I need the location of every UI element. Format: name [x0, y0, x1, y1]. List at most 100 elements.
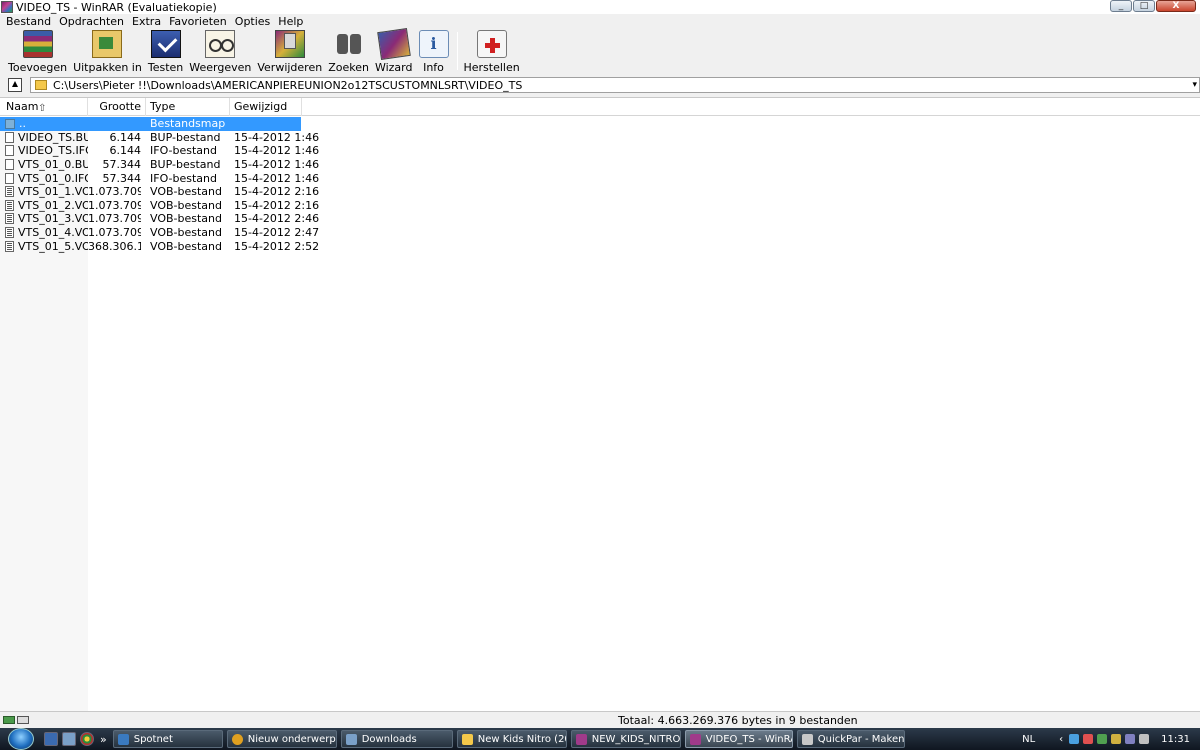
address-field[interactable]: C:\Users\Pieter !!\Downloads\AMERICANPIE…: [30, 77, 1200, 93]
info-button[interactable]: Info: [418, 30, 449, 74]
taskbar: » Spotnet Nieuw onderwerp b... Downloads…: [0, 728, 1200, 750]
task-spotnet[interactable]: Spotnet: [112, 730, 223, 748]
file-name: VTS_01_0.IFO: [18, 171, 88, 185]
column-name-label: Naam: [6, 100, 39, 113]
folder-icon: [35, 80, 47, 90]
table-row[interactable]: VTS_01_0.IFO 57.344 IFO-bestand 15-4-201…: [0, 171, 319, 185]
task-quickpar[interactable]: QuickPar - Maken v...: [796, 730, 905, 748]
file-size: 368.306.176: [88, 239, 141, 253]
task-downloads[interactable]: Downloads: [340, 730, 453, 748]
file-type: VOB-bestand: [150, 212, 222, 226]
chrome-icon[interactable]: [80, 732, 94, 746]
file-type: VOB-bestand: [150, 239, 222, 253]
add-archive-icon: [22, 30, 53, 58]
menu-opdrachten[interactable]: Opdrachten: [55, 15, 128, 28]
key-icon[interactable]: [17, 716, 29, 724]
security-icon[interactable]: [1083, 734, 1094, 744]
find-button[interactable]: Zoeken: [328, 30, 369, 74]
winrar-icon[interactable]: [1, 1, 13, 13]
file-size: 1.073.709.0...: [88, 226, 141, 240]
file-name: VIDEO_TS.IFO: [18, 144, 88, 158]
extract-folder-icon: [92, 30, 123, 58]
drive-icon[interactable]: [3, 716, 15, 724]
wizard-button[interactable]: Wizard: [374, 28, 413, 74]
system-tray: NL ‹ 11:31: [1022, 728, 1200, 750]
file-size: 6.144: [109, 144, 142, 158]
tray-app-icon[interactable]: [1111, 734, 1122, 744]
start-button[interactable]: [8, 728, 34, 750]
task-winrar[interactable]: VIDEO_TS - WinRAR...: [684, 730, 793, 748]
toolbar-separator: [456, 32, 458, 70]
menu-favorieten[interactable]: Favorieten: [165, 15, 231, 28]
wizard-label: Wizard: [374, 61, 413, 74]
title-bar[interactable]: VIDEO_TS - WinRAR (Evaluatiekopie) _ □ X: [0, 0, 1200, 14]
clock[interactable]: 11:31: [1161, 734, 1190, 745]
table-row[interactable]: VTS_01_4.VOB 1.073.709.0... VOB-bestand …: [0, 226, 319, 240]
extract-button[interactable]: Uitpakken in: [73, 30, 142, 74]
table-row[interactable]: .. Bestandsmap: [0, 117, 301, 131]
table-row[interactable]: VTS_01_0.BUP 57.344 BUP-bestand 15-4-201…: [0, 158, 320, 172]
file-icon: [5, 159, 14, 171]
video-file-icon: [5, 213, 14, 225]
task-label: Spotnet: [133, 733, 173, 745]
address-bar: C:\Users\Pieter !!\Downloads\AMERICANPIE…: [0, 76, 1200, 94]
file-date: 15-4-2012 2:16: [234, 198, 320, 212]
tray-app-icon[interactable]: [1125, 734, 1136, 744]
test-button[interactable]: Testen: [148, 30, 183, 74]
up-folder-button[interactable]: [8, 78, 22, 92]
file-date: 15-4-2012 1:46: [234, 158, 320, 172]
tray-app-icon[interactable]: [1097, 734, 1108, 744]
find-label: Zoeken: [328, 61, 369, 74]
video-file-icon: [5, 186, 14, 198]
chevron-down-icon[interactable]: ▾: [1192, 78, 1197, 92]
file-name: ..: [19, 117, 26, 131]
file-type: BUP-bestand: [150, 130, 221, 144]
language-indicator[interactable]: NL: [1022, 734, 1035, 745]
file-date: 15-4-2012 1:46: [234, 144, 320, 158]
close-button[interactable]: X: [1156, 0, 1196, 12]
table-row[interactable]: VTS_01_3.VOB 1.073.709.0... VOB-bestand …: [0, 212, 319, 226]
file-type: VOB-bestand: [150, 198, 222, 212]
column-type[interactable]: Type: [146, 98, 230, 116]
extract-label: Uitpakken in: [73, 61, 142, 74]
sort-arrow-icon: ⇧: [38, 103, 47, 114]
maximize-button[interactable]: □: [1133, 0, 1155, 12]
menu-help[interactable]: Help: [274, 15, 307, 28]
winrar-icon: [689, 733, 701, 745]
minimize-button[interactable]: _: [1110, 0, 1132, 12]
task-new-kids-nitro[interactable]: New Kids Nitro (201...: [456, 730, 567, 748]
table-row[interactable]: VTS_01_2.VOB 1.073.709.0... VOB-bestand …: [0, 198, 320, 213]
view-button[interactable]: Weergeven: [189, 30, 251, 74]
column-name[interactable]: Naam ⇧: [0, 98, 88, 116]
table-row[interactable]: VIDEO_TS.BUP 6.144 BUP-bestand 15-4-2012…: [0, 130, 320, 145]
show-desktop-icon[interactable]: [44, 732, 58, 746]
table-row[interactable]: VTS_01_1.VOB 1.073.709.0... VOB-bestand …: [0, 185, 319, 199]
quicklaunch-more[interactable]: »: [100, 733, 107, 746]
repair-label: Herstellen: [463, 61, 520, 74]
task-new-kids-nitro-iso[interactable]: NEW_KIDS_NITRO.is...: [570, 730, 681, 748]
table-row[interactable]: VTS_01_5.VOB 368.306.176 VOB-bestand 15-…: [0, 239, 319, 253]
file-size: 6.144: [109, 130, 142, 144]
menu-bestand[interactable]: Bestand: [2, 15, 55, 28]
file-list[interactable]: Naam ⇧ Grootte Type Gewijzigd .. Bestand…: [0, 97, 1200, 712]
file-name: VTS_01_4.VOB: [18, 226, 88, 240]
file-type: VOB-bestand: [150, 185, 222, 199]
network-icon[interactable]: [1069, 734, 1080, 744]
column-header: Naam ⇧ Grootte Type Gewijzigd: [0, 98, 1200, 116]
first-aid-kit-icon: [476, 30, 507, 58]
menu-opties[interactable]: Opties: [231, 15, 275, 28]
task-chrome[interactable]: Nieuw onderwerp b...: [226, 730, 337, 748]
delete-button[interactable]: Verwijderen: [257, 30, 322, 74]
file-rows: .. Bestandsmap VIDEO_TS.BUP 6.144 BUP-be…: [0, 117, 320, 253]
chevron-left-icon[interactable]: ‹: [1059, 734, 1063, 745]
repair-button[interactable]: Herstellen: [464, 30, 520, 74]
menu-extra[interactable]: Extra: [128, 15, 165, 28]
switch-windows-icon[interactable]: [62, 732, 76, 746]
column-size[interactable]: Grootte: [88, 98, 146, 116]
add-button[interactable]: Toevoegen: [8, 30, 67, 74]
file-date: 15-4-2012 1:46: [234, 130, 320, 144]
volume-icon[interactable]: [1139, 734, 1150, 744]
task-label: Nieuw onderwerp b...: [247, 733, 336, 745]
table-row[interactable]: VIDEO_TS.IFO 6.144 IFO-bestand 15-4-2012…: [0, 144, 320, 158]
column-date[interactable]: Gewijzigd: [230, 98, 302, 116]
